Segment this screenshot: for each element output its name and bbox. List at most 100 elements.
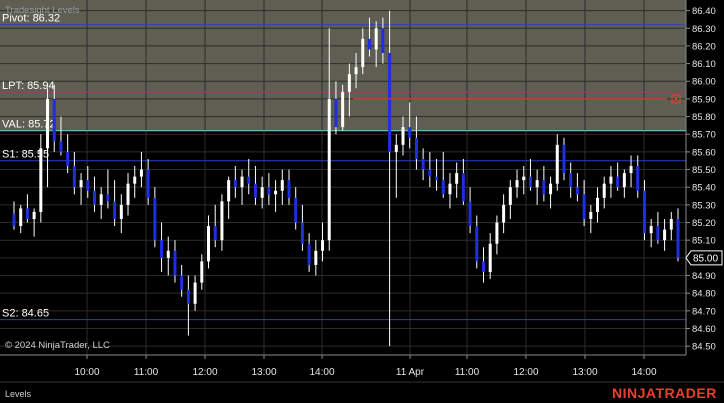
candle-body — [113, 201, 117, 220]
candle-body — [569, 173, 573, 188]
candle-body — [59, 141, 63, 152]
candle-body — [300, 222, 304, 244]
candle-body — [522, 176, 526, 181]
candle-body — [39, 148, 43, 212]
candle-body — [46, 98, 50, 149]
candle-body — [535, 180, 539, 188]
candle-body — [508, 187, 512, 205]
candle-body — [126, 183, 130, 205]
candle-body — [133, 176, 137, 184]
candle-body — [334, 98, 338, 128]
candle-body — [200, 261, 204, 283]
candle-body — [106, 194, 110, 202]
price-tick-label: 84.60 — [692, 324, 716, 335]
candle-body — [287, 180, 291, 198]
chart-window: Pivot: 86.32 LPT: 85.94 VAL: 85.72 S1: 85.5… — [0, 0, 724, 403]
level-label-s2: S2: 84.65 — [2, 308, 49, 320]
candle-body — [602, 183, 606, 198]
candle-body — [515, 180, 519, 188]
candle-body — [562, 144, 566, 174]
candle-body — [502, 204, 506, 223]
panel-tab-levels[interactable]: Levels — [5, 389, 32, 399]
time-tick-label: 10:00 — [74, 367, 99, 378]
candle-body — [227, 180, 231, 202]
candle-body — [119, 204, 123, 220]
price-tick-label: 84.50 — [692, 342, 716, 353]
candle-body — [193, 282, 197, 304]
candle-body — [609, 176, 613, 184]
price-axis[interactable]: 86.40 86.30 86.20 86.10 86.00 85.90 85.80 85.70… — [685, 0, 724, 355]
price-chart[interactable]: Pivot: 86.32LPT: 85.94VAL: 85.72S1: 85.5… — [0, 0, 724, 403]
candle-body — [354, 67, 358, 75]
candle-body — [414, 137, 418, 159]
candle-body — [19, 208, 23, 227]
time-tick-label: 11 Apr — [396, 367, 425, 378]
time-tick-label: 11:00 — [134, 367, 159, 378]
candle-body — [25, 208, 29, 220]
candle-body — [455, 173, 459, 184]
candle-body — [327, 98, 331, 241]
price-tick-label: 85.10 — [692, 236, 716, 247]
candle-body — [448, 183, 452, 195]
price-tick-label: 85.80 — [692, 112, 716, 123]
candle-body — [146, 169, 150, 198]
price-tick-label: 86.20 — [692, 41, 716, 52]
price-tick-label: 85.70 — [692, 130, 716, 141]
price-tick-label: 85.30 — [692, 200, 716, 211]
candle-body — [408, 127, 412, 138]
candle-body — [669, 219, 673, 230]
candle-body — [575, 187, 579, 195]
candle-body — [461, 173, 465, 202]
candle-body — [629, 166, 633, 174]
candle-body — [468, 201, 472, 227]
candle-body — [475, 226, 479, 262]
time-tick-label: 12:00 — [513, 367, 538, 378]
candle-body — [314, 250, 318, 265]
candle-body — [582, 194, 586, 220]
candle-body — [622, 173, 626, 188]
time-tick-label: 11:00 — [455, 367, 480, 378]
candle-body — [12, 213, 16, 227]
time-tick-label: 14:00 — [631, 367, 656, 378]
candle-body — [160, 240, 164, 258]
candle-body — [260, 187, 264, 198]
candle-body — [92, 190, 96, 205]
candle-body — [401, 127, 405, 145]
candle-body — [294, 197, 298, 223]
candle-body — [596, 197, 600, 212]
candle-body — [616, 176, 620, 188]
candle-body — [428, 169, 432, 177]
candle-body — [233, 180, 237, 188]
candle-body — [86, 180, 90, 191]
candle-body — [220, 201, 224, 241]
candle-body — [153, 197, 157, 241]
price-tick-label: 86.40 — [692, 6, 716, 17]
candle-body — [642, 190, 646, 234]
price-tick-label: 85.90 — [692, 94, 716, 105]
candle-body — [388, 52, 392, 152]
price-tick-label: 84.70 — [692, 306, 716, 317]
candle-body — [481, 261, 485, 272]
candle-body — [676, 219, 680, 258]
candle-body — [66, 151, 70, 167]
candle-body — [267, 187, 271, 195]
candle-body — [253, 183, 257, 198]
current-price-marker: 85.00 — [685, 250, 723, 266]
candle-body — [72, 166, 76, 188]
candle-body — [636, 166, 640, 191]
candle-body — [495, 222, 499, 244]
current-price-label: 85.00 — [693, 253, 718, 264]
price-tick-label: 84.80 — [692, 289, 716, 300]
price-tick-label: 86.30 — [692, 24, 716, 35]
candle-body — [166, 250, 170, 258]
time-tick-label: 13:00 — [251, 367, 276, 378]
candle-body — [240, 176, 244, 188]
price-tick-label: 86.10 — [692, 59, 716, 70]
candle-body — [173, 250, 177, 276]
candle-body — [32, 211, 36, 220]
candle-body — [394, 144, 398, 152]
candle-body — [528, 176, 532, 188]
candle-body — [589, 211, 593, 220]
time-tick-label: 12:00 — [192, 367, 217, 378]
candle-body — [307, 243, 311, 265]
